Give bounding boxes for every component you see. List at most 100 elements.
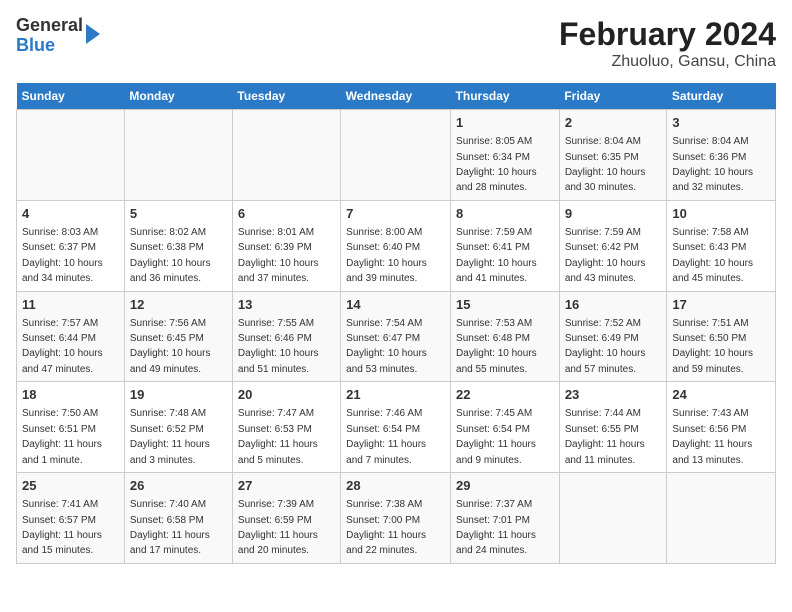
calendar-week-2: 4 Sunrise: 8:03 AM Sunset: 6:37 PM Daylig… bbox=[17, 200, 776, 291]
day-info: Sunrise: 7:52 AM Sunset: 6:49 PM Dayligh… bbox=[565, 318, 646, 375]
calendar-cell: 11 Sunrise: 7:57 AM Sunset: 6:44 PM Dayli… bbox=[17, 291, 125, 382]
day-number: 19 bbox=[130, 386, 227, 404]
calendar-cell: 8 Sunrise: 7:59 AM Sunset: 6:41 PM Daylig… bbox=[451, 200, 560, 291]
calendar-cell: 18Sunrise: 7:50 AM Sunset: 6:51 PM Dayli… bbox=[17, 382, 125, 473]
day-number: 23 bbox=[565, 386, 662, 404]
day-info: Sunrise: 7:54 AM Sunset: 6:47 PM Dayligh… bbox=[346, 318, 427, 375]
day-info: Sunrise: 8:01 AM Sunset: 6:39 PM Dayligh… bbox=[238, 227, 319, 284]
day-info: Sunrise: 7:43 AM Sunset: 6:56 PM Dayligh… bbox=[672, 408, 752, 465]
day-number: 18 bbox=[22, 386, 119, 404]
day-info: Sunrise: 8:04 AM Sunset: 6:35 PM Dayligh… bbox=[565, 136, 646, 193]
day-info: Sunrise: 8:02 AM Sunset: 6:38 PM Dayligh… bbox=[130, 227, 211, 284]
calendar-cell bbox=[341, 110, 451, 201]
calendar-cell: 21 Sunrise: 7:46 AM Sunset: 6:54 PM Dayli… bbox=[341, 382, 451, 473]
calendar-title: February 2024 bbox=[559, 16, 776, 53]
day-info: Sunrise: 7:39 AM Sunset: 6:59 PM Dayligh… bbox=[238, 499, 318, 556]
calendar-cell bbox=[667, 473, 776, 564]
calendar-cell: 20Sunrise: 7:47 AM Sunset: 6:53 PM Dayli… bbox=[232, 382, 340, 473]
page-header: General Blue February 2024 Zhuoluo, Gans… bbox=[16, 16, 776, 71]
calendar-subtitle: Zhuoluo, Gansu, China bbox=[559, 53, 776, 71]
day-number: 10 bbox=[672, 205, 770, 223]
day-number: 8 bbox=[456, 205, 554, 223]
day-info: Sunrise: 8:04 AM Sunset: 6:36 PM Dayligh… bbox=[672, 136, 753, 193]
weekday-header-tuesday: Tuesday bbox=[232, 83, 340, 110]
calendar-cell: 25 Sunrise: 7:41 AM Sunset: 6:57 PM Dayli… bbox=[17, 473, 125, 564]
calendar-cell: 22 Sunrise: 7:45 AM Sunset: 6:54 PM Dayli… bbox=[451, 382, 560, 473]
calendar-cell bbox=[17, 110, 125, 201]
day-number: 2 bbox=[565, 114, 662, 132]
calendar-cell: 23 Sunrise: 7:44 AM Sunset: 6:55 PM Dayli… bbox=[559, 382, 667, 473]
day-number: 11 bbox=[22, 296, 119, 314]
day-info: Sunrise: 7:57 AM Sunset: 6:44 PM Dayligh… bbox=[22, 318, 103, 375]
calendar-cell: 16 Sunrise: 7:52 AM Sunset: 6:49 PM Dayli… bbox=[559, 291, 667, 382]
day-number: 26 bbox=[130, 477, 227, 495]
day-info: Sunrise: 7:58 AM Sunset: 6:43 PM Dayligh… bbox=[672, 227, 753, 284]
calendar-cell: 7 Sunrise: 8:00 AM Sunset: 6:40 PM Daylig… bbox=[341, 200, 451, 291]
day-number: 25 bbox=[22, 477, 119, 495]
calendar-table: SundayMondayTuesdayWednesdayThursdayFrid… bbox=[16, 83, 776, 564]
day-info: Sunrise: 7:44 AM Sunset: 6:55 PM Dayligh… bbox=[565, 408, 645, 465]
calendar-week-4: 18Sunrise: 7:50 AM Sunset: 6:51 PM Dayli… bbox=[17, 382, 776, 473]
day-info: Sunrise: 7:41 AM Sunset: 6:57 PM Dayligh… bbox=[22, 499, 102, 556]
calendar-cell: 15 Sunrise: 7:53 AM Sunset: 6:48 PM Dayli… bbox=[451, 291, 560, 382]
day-info: Sunrise: 7:45 AM Sunset: 6:54 PM Dayligh… bbox=[456, 408, 536, 465]
day-number: 3 bbox=[672, 114, 770, 132]
calendar-week-5: 25 Sunrise: 7:41 AM Sunset: 6:57 PM Dayli… bbox=[17, 473, 776, 564]
day-number: 21 bbox=[346, 386, 445, 404]
day-number: 4 bbox=[22, 205, 119, 223]
calendar-cell: 6 Sunrise: 8:01 AM Sunset: 6:39 PM Daylig… bbox=[232, 200, 340, 291]
logo-general: General bbox=[16, 16, 83, 36]
day-info: Sunrise: 8:03 AM Sunset: 6:37 PM Dayligh… bbox=[22, 227, 103, 284]
calendar-cell: 26 Sunrise: 7:40 AM Sunset: 6:58 PM Dayli… bbox=[124, 473, 232, 564]
day-info: Sunrise: 7:47 AM Sunset: 6:53 PM Dayligh… bbox=[238, 408, 318, 465]
day-number: 13 bbox=[238, 296, 335, 314]
logo: General Blue bbox=[16, 16, 100, 56]
calendar-cell: 2 Sunrise: 8:04 AM Sunset: 6:35 PM Daylig… bbox=[559, 110, 667, 201]
calendar-cell bbox=[232, 110, 340, 201]
day-info: Sunrise: 7:53 AM Sunset: 6:48 PM Dayligh… bbox=[456, 318, 537, 375]
calendar-cell: 5Sunrise: 8:02 AM Sunset: 6:38 PM Daylig… bbox=[124, 200, 232, 291]
day-number: 24 bbox=[672, 386, 770, 404]
day-number: 6 bbox=[238, 205, 335, 223]
calendar-cell: 14 Sunrise: 7:54 AM Sunset: 6:47 PM Dayli… bbox=[341, 291, 451, 382]
day-info: Sunrise: 7:46 AM Sunset: 6:54 PM Dayligh… bbox=[346, 408, 426, 465]
day-number: 12 bbox=[130, 296, 227, 314]
logo-text: General Blue bbox=[16, 16, 83, 56]
calendar-cell: 28Sunrise: 7:38 AM Sunset: 7:00 PM Dayli… bbox=[341, 473, 451, 564]
logo-blue: Blue bbox=[16, 36, 83, 56]
day-info: Sunrise: 7:48 AM Sunset: 6:52 PM Dayligh… bbox=[130, 408, 210, 465]
calendar-cell: 29Sunrise: 7:37 AM Sunset: 7:01 PM Dayli… bbox=[451, 473, 560, 564]
calendar-cell: 12Sunrise: 7:56 AM Sunset: 6:45 PM Dayli… bbox=[124, 291, 232, 382]
calendar-cell: 3 Sunrise: 8:04 AM Sunset: 6:36 PM Daylig… bbox=[667, 110, 776, 201]
day-number: 16 bbox=[565, 296, 662, 314]
calendar-cell: 27 Sunrise: 7:39 AM Sunset: 6:59 PM Dayli… bbox=[232, 473, 340, 564]
day-number: 1 bbox=[456, 114, 554, 132]
calendar-week-3: 11 Sunrise: 7:57 AM Sunset: 6:44 PM Dayli… bbox=[17, 291, 776, 382]
day-number: 28 bbox=[346, 477, 445, 495]
calendar-cell: 10 Sunrise: 7:58 AM Sunset: 6:43 PM Dayli… bbox=[667, 200, 776, 291]
day-info: Sunrise: 7:55 AM Sunset: 6:46 PM Dayligh… bbox=[238, 318, 319, 375]
calendar-cell: 13 Sunrise: 7:55 AM Sunset: 6:46 PM Dayli… bbox=[232, 291, 340, 382]
weekday-header-row: SundayMondayTuesdayWednesdayThursdayFrid… bbox=[17, 83, 776, 110]
calendar-body: 1 Sunrise: 8:05 AM Sunset: 6:34 PM Daylig… bbox=[17, 110, 776, 564]
calendar-cell bbox=[124, 110, 232, 201]
calendar-cell: 19 Sunrise: 7:48 AM Sunset: 6:52 PM Dayli… bbox=[124, 382, 232, 473]
calendar-cell bbox=[559, 473, 667, 564]
day-number: 27 bbox=[238, 477, 335, 495]
day-info: Sunrise: 7:59 AM Sunset: 6:41 PM Dayligh… bbox=[456, 227, 537, 284]
calendar-week-1: 1 Sunrise: 8:05 AM Sunset: 6:34 PM Daylig… bbox=[17, 110, 776, 201]
calendar-cell: 17Sunrise: 7:51 AM Sunset: 6:50 PM Dayli… bbox=[667, 291, 776, 382]
day-number: 14 bbox=[346, 296, 445, 314]
calendar-header: SundayMondayTuesdayWednesdayThursdayFrid… bbox=[17, 83, 776, 110]
calendar-cell: 24 Sunrise: 7:43 AM Sunset: 6:56 PM Dayli… bbox=[667, 382, 776, 473]
day-info: Sunrise: 8:05 AM Sunset: 6:34 PM Dayligh… bbox=[456, 136, 537, 193]
day-number: 15 bbox=[456, 296, 554, 314]
day-number: 22 bbox=[456, 386, 554, 404]
day-number: 7 bbox=[346, 205, 445, 223]
weekday-header-saturday: Saturday bbox=[667, 83, 776, 110]
weekday-header-wednesday: Wednesday bbox=[341, 83, 451, 110]
day-info: Sunrise: 7:40 AM Sunset: 6:58 PM Dayligh… bbox=[130, 499, 210, 556]
day-info: Sunrise: 8:00 AM Sunset: 6:40 PM Dayligh… bbox=[346, 227, 427, 284]
day-info: Sunrise: 7:59 AM Sunset: 6:42 PM Dayligh… bbox=[565, 227, 646, 284]
weekday-header-friday: Friday bbox=[559, 83, 667, 110]
